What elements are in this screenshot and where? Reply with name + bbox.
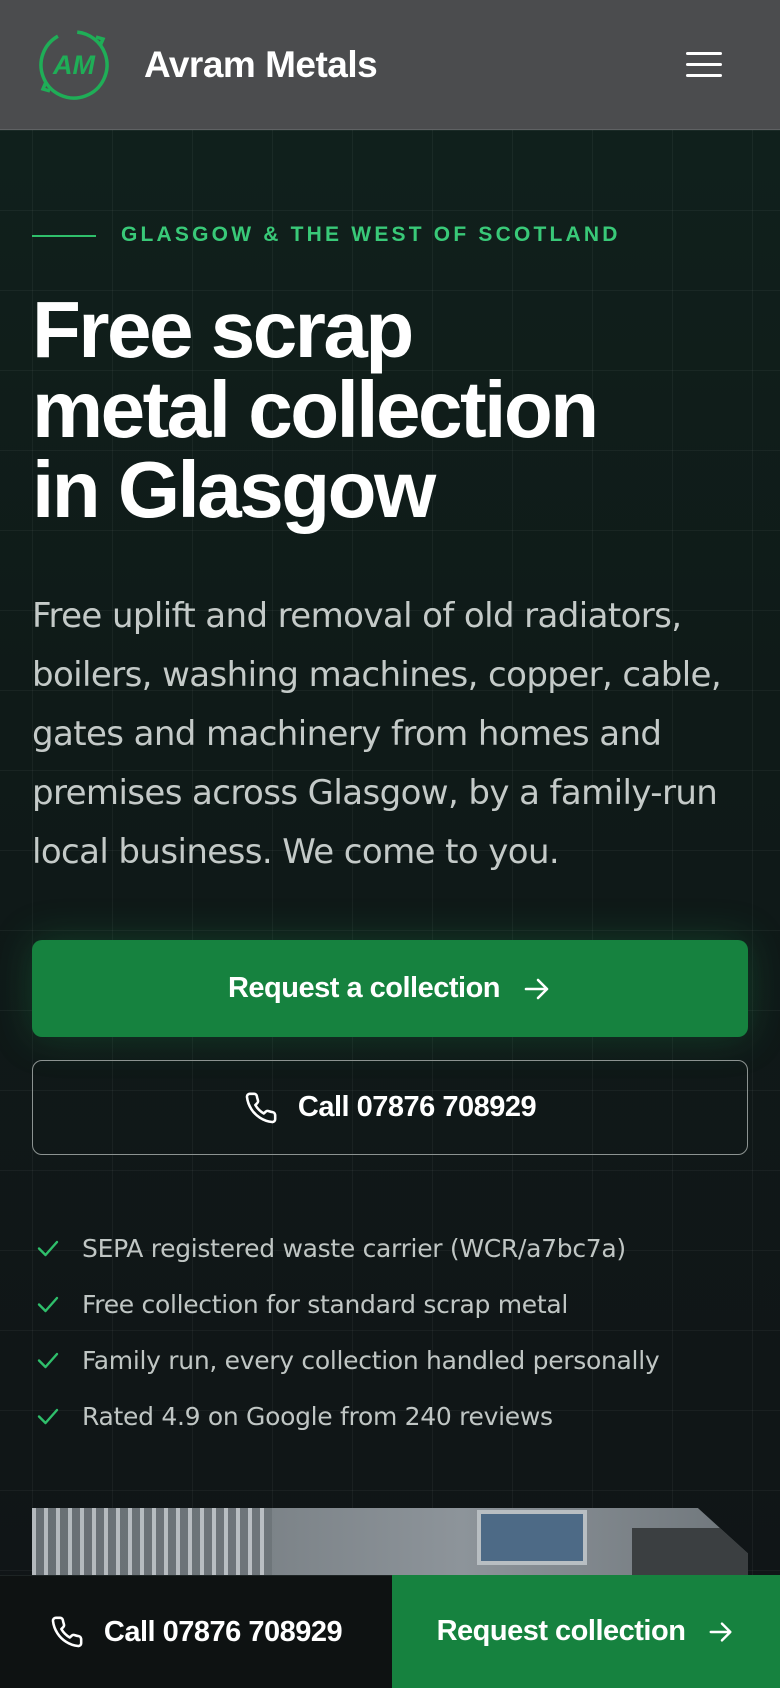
list-item: Family run, every collection handled per… <box>36 1332 756 1388</box>
recycle-logo-icon: AM <box>39 30 109 100</box>
hamburger-line <box>686 74 722 77</box>
bottom-call-button[interactable]: Call 07876 708929 <box>0 1575 392 1688</box>
hamburger-line <box>686 63 722 66</box>
page-title: Free scrap metal collection in Glasgow <box>32 290 732 530</box>
trust-item-text: Rated 4.9 on Google from 240 reviews <box>82 1401 553 1431</box>
photo-window <box>477 1510 587 1565</box>
eyebrow-divider <box>32 235 96 237</box>
brand-logo[interactable]: AM <box>36 27 112 103</box>
request-collection-label: Request a collection <box>227 972 501 1004</box>
trust-item-text: SEPA registered waste carrier (WCR/a7bc7… <box>82 1233 626 1263</box>
call-button[interactable]: Call 07876 708929 <box>32 1060 748 1155</box>
hero-photo <box>32 1508 748 1575</box>
hamburger-menu-button[interactable] <box>680 46 728 82</box>
sticky-bottom-bar: Call 07876 708929 Request collection <box>0 1575 780 1688</box>
checkmark-icon <box>37 1296 59 1313</box>
list-item: Rated 4.9 on Google from 240 reviews <box>36 1388 756 1444</box>
headline-line: Free scrap <box>32 285 414 374</box>
photo-skip <box>632 1528 748 1575</box>
photo-fence <box>32 1508 272 1575</box>
hamburger-menu-icon <box>686 52 722 55</box>
phone-icon <box>51 1616 83 1648</box>
site-header: AM Avram Metals <box>0 0 780 130</box>
hero-description: Free uplift and removal of old radiators… <box>32 596 722 872</box>
request-collection-button[interactable]: Request a collection <box>32 940 748 1037</box>
trust-item-text: Free collection for standard scrap metal <box>82 1289 569 1319</box>
arrow-right-icon <box>709 1621 732 1642</box>
checkmark-icon <box>37 1352 59 1369</box>
list-item: Free collection for standard scrap metal <box>36 1276 756 1332</box>
bottom-request-button[interactable]: Request collection <box>392 1575 780 1688</box>
call-button-label: Call 07876 708929 <box>297 1091 537 1123</box>
checkmark-icon <box>37 1240 59 1257</box>
bottom-call-label: Call 07876 708929 <box>103 1615 343 1648</box>
logo-monogram: AM <box>52 50 95 80</box>
phone-icon <box>245 1092 277 1123</box>
brand-name[interactable]: Avram Metals <box>144 44 378 86</box>
bottom-request-label: Request collection <box>436 1615 686 1647</box>
headline-line: in Glasgow <box>32 445 436 534</box>
list-item: SEPA registered waste carrier (WCR/a7bc7… <box>36 1220 756 1276</box>
eyebrow-text: GLASGOW & THE WEST OF SCOTLAND <box>121 223 621 246</box>
hero-section: GLASGOW & THE WEST OF SCOTLAND Free scra… <box>0 130 780 1575</box>
trust-list: SEPA registered waste carrier (WCR/a7bc7… <box>36 1220 756 1444</box>
arrow-right-icon <box>524 978 549 999</box>
trust-item-text: Family run, every collection handled per… <box>82 1345 660 1375</box>
checkmark-icon <box>37 1408 59 1425</box>
headline-line: metal collection <box>32 365 599 454</box>
